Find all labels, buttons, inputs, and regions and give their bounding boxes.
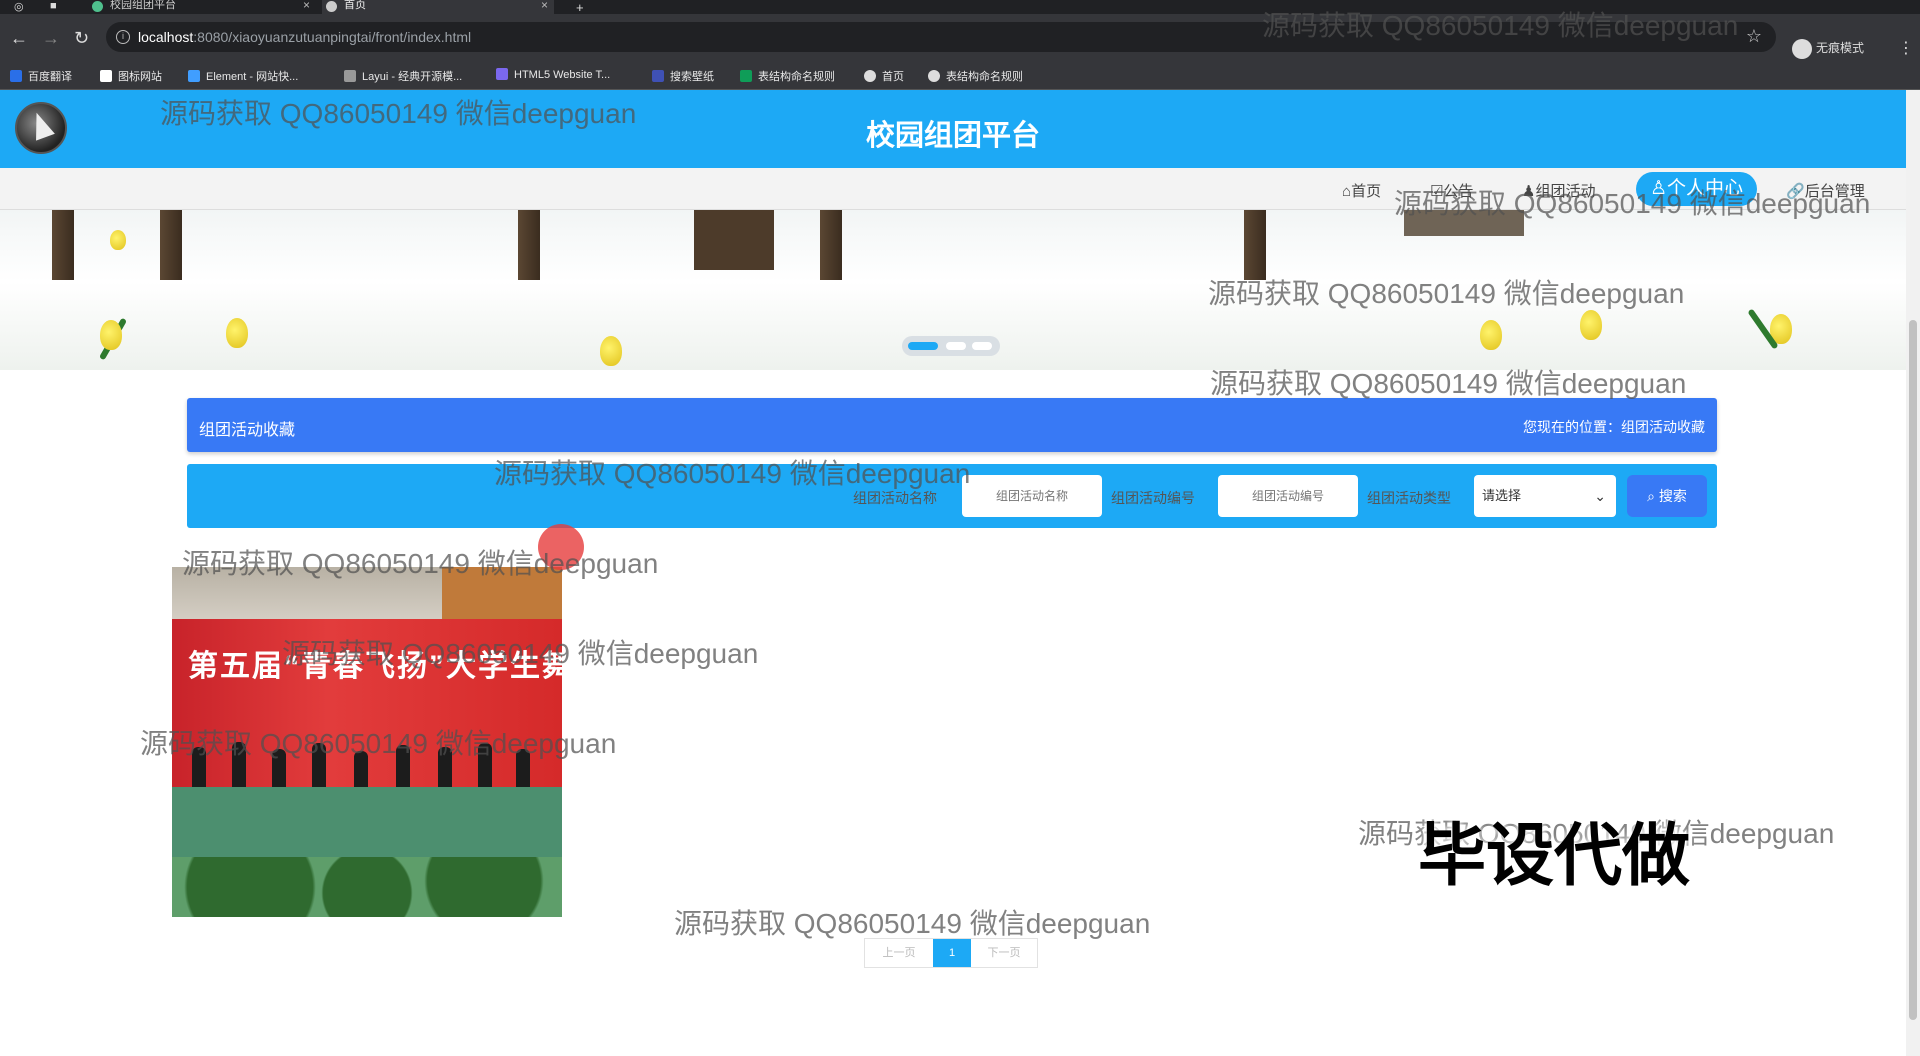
layui-icon [344,70,356,82]
tree-trunk [160,210,182,280]
bookmark-item[interactable]: 百度翻译 [10,68,72,84]
bookmark-item[interactable]: Element - 网站快... [188,68,298,84]
nav-item-notice[interactable]: ☑公告 [1430,180,1473,201]
pagination: 上一页 1 下一页 [864,938,1038,968]
wallpaper-icon [652,70,664,82]
bookmark-item[interactable]: Layui - 经典开源模... [344,68,462,84]
photo-banner-text: 第五届“青春飞扬”大学生舞蹈大 [188,650,562,683]
page-title: 组团活动收藏 [199,422,296,439]
link-icon: 🔗 [1786,183,1805,200]
flower [226,318,248,348]
page-number-current[interactable]: 1 [933,939,971,967]
tab-campus-platform[interactable]: 校园组团平台 × [88,0,316,14]
sheet-icon [740,70,752,82]
nav-item-group-activities[interactable]: ♟组团活动 [1522,180,1595,201]
close-icon[interactable]: × [541,0,548,11]
carousel-indicators [902,336,1000,356]
bookmarks-bar: 百度翻译 图标网站 Element - 网站快... Layui - 经典开源模… [0,62,1920,90]
site-title: 校园组团平台 [865,120,1040,152]
activity-type-select[interactable]: 请选择 ⌄ [1474,475,1616,517]
window-icon[interactable]: ■ [50,0,57,12]
scrollbar-thumb[interactable] [1909,320,1917,1020]
bench [1404,210,1524,236]
carousel-dot[interactable] [972,342,992,350]
element-icon [188,70,200,82]
search-icon: ⌕ [1647,488,1655,504]
activity-name-label: 组团活动名称 [853,490,937,506]
breadcrumb: 组团活动收藏 您现在的位置：组团活动收藏 [187,398,1717,452]
tab-home[interactable]: 首页 × [322,0,554,14]
nav-item-admin[interactable]: 🔗后台管理 [1786,180,1865,201]
users-icon: ♟ [1522,183,1536,200]
flower [110,230,126,250]
star-icon[interactable]: ☆ [1746,26,1762,47]
current-location: 您现在的位置：组团活动收藏 [1523,419,1705,435]
chrome-menu-icon[interactable]: ◎ [14,0,24,13]
html5-icon [496,68,508,80]
translate-icon [10,70,22,82]
bookmark-item[interactable]: 表结构命名规则 [740,68,835,84]
nav-item-home[interactable]: ⌂首页 [1342,180,1381,201]
activity-number-label: 组团活动编号 [1111,490,1195,506]
photo-building-wing [442,567,562,627]
bookmark-item[interactable]: 搜索壁纸 [652,68,714,84]
flower [1580,310,1602,340]
nav-item-personal-center[interactable]: ♙个人中心 [1636,172,1758,206]
incognito-indicator[interactable]: 无痕模式 [1792,39,1864,59]
tab-title: 校园组团平台 [110,0,176,11]
hero-carousel[interactable] [0,210,1906,370]
watermark: 源码获取 QQ86050149 微信deepguan [674,908,1151,939]
photo-stage-floor [172,787,562,857]
next-page-button[interactable]: 下一页 [971,939,1037,967]
kebab-menu-icon[interactable]: ⋮ [1898,38,1914,58]
url-field[interactable]: i localhost:8080/xiaoyuanzutuanpingtai/f… [106,22,1776,52]
tab-title: 首页 [344,0,366,11]
carousel-dot-active[interactable] [908,342,938,350]
incognito-icon [1792,39,1812,59]
cursor-highlight [538,524,584,570]
activity-type-label: 组团活动类型 [1367,490,1451,506]
activity-number-input[interactable] [1218,475,1358,517]
carousel-dot[interactable] [946,342,966,350]
bookmark-item[interactable]: HTML5 Website T... [496,68,610,81]
info-icon[interactable]: i [116,30,130,44]
search-form: 组团活动名称 组团活动编号 组团活动类型 请选择 ⌄ ⌕ 搜索 [187,464,1717,528]
bench [694,210,774,270]
globe-icon [326,1,337,12]
vue-icon [92,1,103,12]
search-button[interactable]: ⌕ 搜索 [1627,475,1707,517]
user-icon: ♙ [1650,178,1668,199]
new-tab-icon[interactable]: + [576,0,584,15]
check-icon: ☑ [1430,183,1444,200]
flower [600,336,622,366]
globe-icon [864,70,876,82]
address-bar-area: ← → ↻ i localhost:8080/xiaoyuanzutuanpin… [0,14,1920,62]
activity-name-input[interactable] [962,475,1102,517]
globe-icon [928,70,940,82]
tree-trunk [52,210,74,280]
back-icon[interactable]: ← [10,28,28,49]
bookmark-item[interactable]: 图标网站 [100,68,162,84]
bookmark-item[interactable]: 首页 [864,68,904,84]
favorite-activity-card[interactable]: 第五届“青春飞扬”大学生舞蹈大 [172,567,562,917]
flower [100,320,122,350]
photo-plants [172,857,562,917]
watermark-large: 毕设代做 [1418,818,1691,894]
prev-page-button[interactable]: 上一页 [865,939,933,967]
flower [1480,320,1502,350]
tree-trunk [518,210,540,280]
site-header: 校园组团平台 [0,90,1906,168]
forward-icon[interactable]: → [42,28,60,49]
browser-tab-strip: ◎ ■ 校园组团平台 × 首页 × + [0,0,1920,15]
bookmark-item[interactable]: 表结构命名规则 [928,68,1023,84]
tree-trunk [820,210,842,280]
home-icon: ⌂ [1342,183,1352,200]
main-nav: ⌂首页 ☑公告 ♟组团活动 ♙个人中心 🔗后台管理 [0,168,1906,210]
close-icon[interactable]: × [303,0,310,11]
tree-trunk [1244,210,1266,280]
flag-icon [100,70,112,82]
reload-icon[interactable]: ↻ [74,28,89,49]
chevron-down-icon: ⌄ [1594,488,1606,504]
url-text: localhost:8080/xiaoyuanzutuanpingtai/fro… [138,29,472,45]
